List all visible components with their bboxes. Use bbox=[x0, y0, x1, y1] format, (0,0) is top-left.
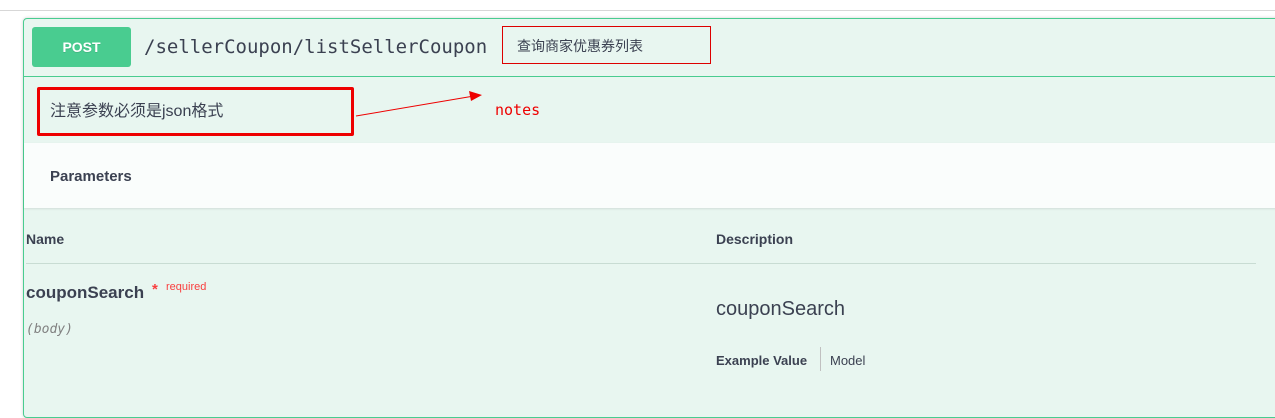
annotation-arrow-icon bbox=[355, 91, 482, 117]
